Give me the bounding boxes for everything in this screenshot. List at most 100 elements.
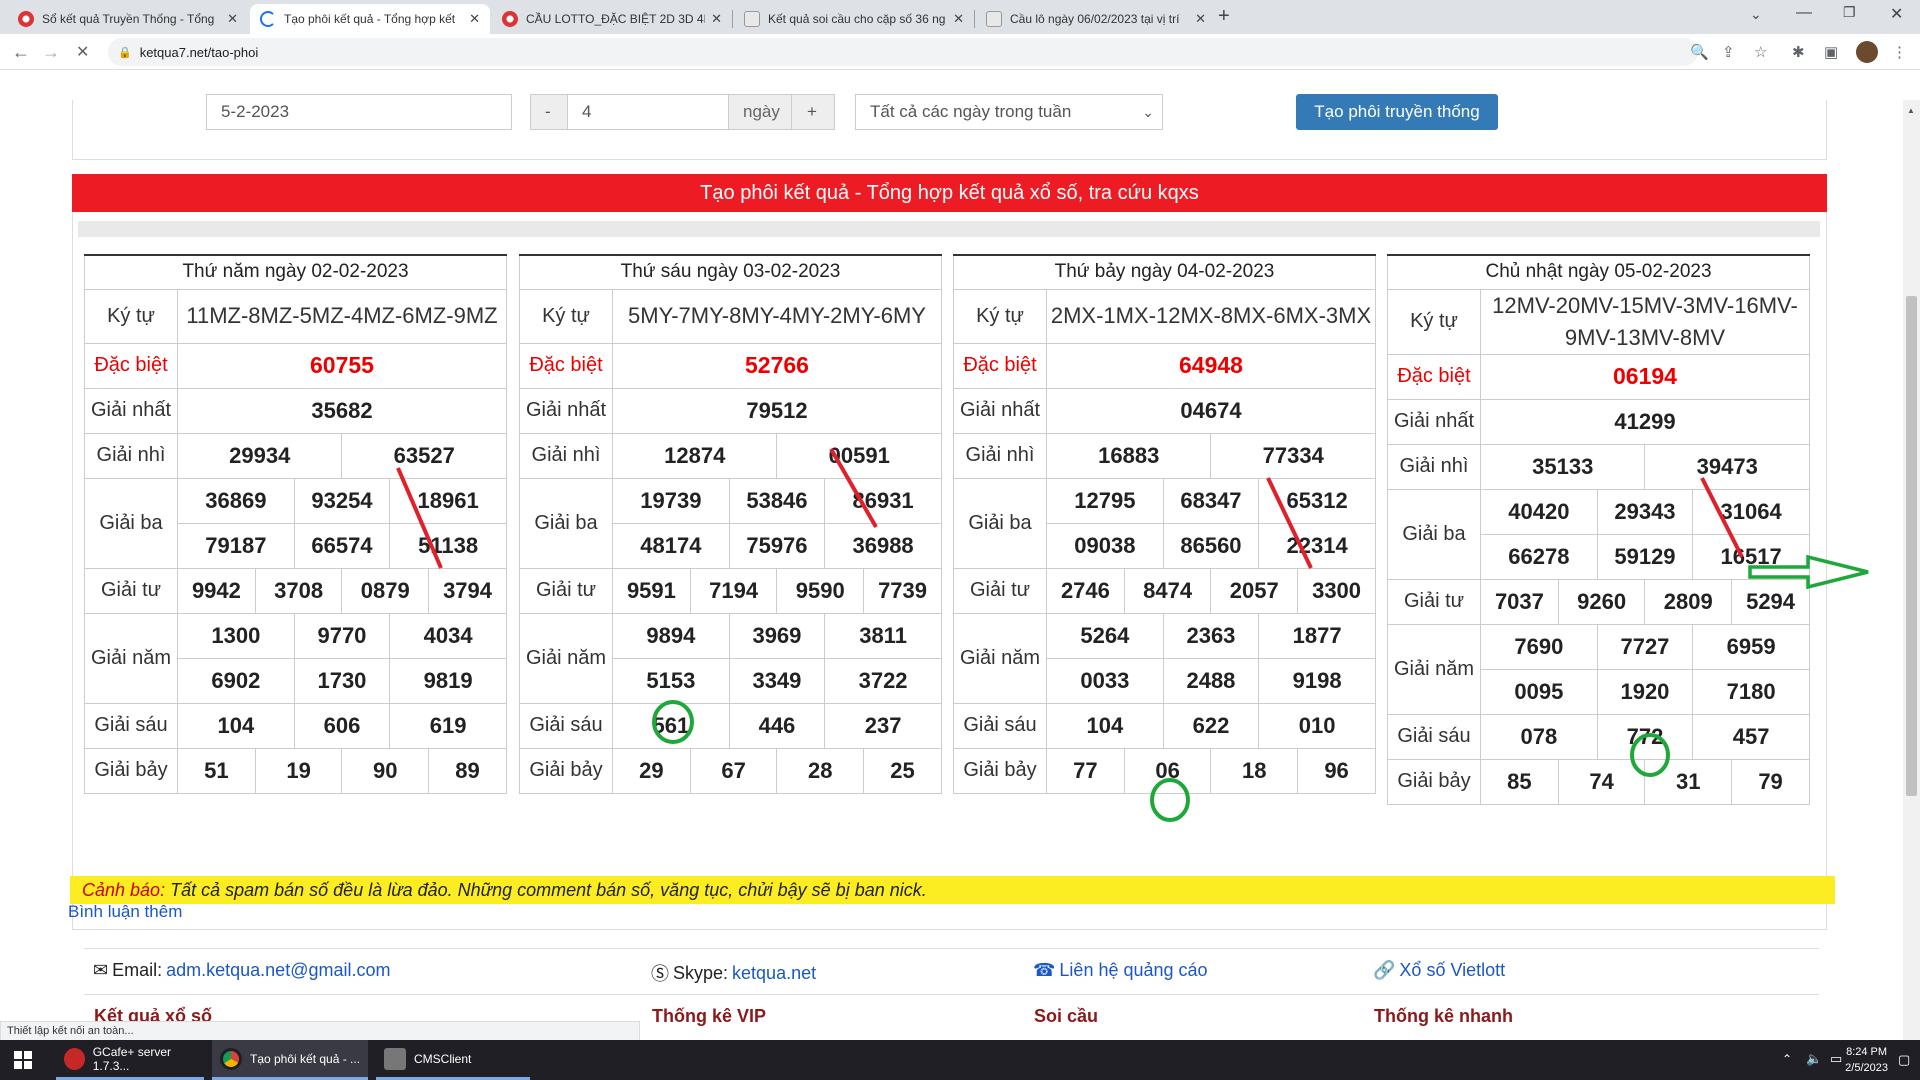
increment-button[interactable]: +: [791, 94, 835, 130]
weekday-select[interactable]: Tất cả các ngày trong tuần ⌄: [855, 94, 1163, 130]
prize-number: 35682: [177, 387, 507, 434]
page-scrollbar[interactable]: ▲: [1903, 100, 1920, 1040]
prize-number: 237: [824, 702, 942, 749]
prize-label-giai-sau: Giải sáu: [519, 702, 613, 749]
windows-start-icon[interactable]: [14, 1051, 32, 1069]
footer-heading-thong-ke-vip[interactable]: Thống kê VIP: [652, 1006, 766, 1027]
prize-label-dac-biet: Đặc biệt: [84, 342, 178, 389]
footer-ads[interactable]: ☎ Liên hệ quảng cáo: [1033, 960, 1208, 981]
ky-tu-value: 5MY-7MY-8MY-4MY-2MY-6MY: [612, 288, 942, 344]
close-tab-icon[interactable]: ✕: [469, 11, 480, 27]
close-tab-icon[interactable]: ✕: [227, 11, 238, 27]
prize-number: 93254: [293, 477, 391, 524]
prize-number: 457: [1692, 713, 1810, 760]
prize-number: 0095: [1480, 668, 1598, 715]
bookmark-star-icon[interactable]: ☆: [1754, 43, 1767, 61]
prize-number: 53846: [728, 477, 826, 524]
page-title-banner: Tạo phôi kết quả - Tổng hợp kết quả xổ s…: [72, 174, 1827, 212]
taskbar-chrome[interactable]: Tạo phôi kết quả - ...: [212, 1040, 368, 1080]
prize-number: 622: [1162, 702, 1260, 749]
date-input[interactable]: 5-2-2023: [206, 94, 512, 130]
footer-heading-thong-ke-nhanh[interactable]: Thống kê nhanh: [1374, 1006, 1513, 1027]
tab-so-ket-qua[interactable]: Sổ kết quả Truyền Thống - Tổng ✕: [8, 4, 248, 34]
footer-vietlott[interactable]: 🔗 Xổ số Vietlott: [1373, 960, 1505, 981]
zoom-icon[interactable]: 🔍: [1690, 43, 1709, 61]
system-clock[interactable]: 8:24 PM 2/5/2023: [1845, 1044, 1888, 1076]
address-bar[interactable]: 🔒 ketqua7.net/tao-phoi: [108, 38, 1698, 66]
forward-icon[interactable]: →: [42, 42, 60, 63]
prize-number: 89: [428, 747, 507, 794]
tab-soi-cau[interactable]: Kết quả soi cầu cho cặp số 36 ng ✕: [734, 4, 974, 34]
vietlott-link[interactable]: Xổ số Vietlott: [1399, 960, 1505, 981]
prize-number: 9260: [1557, 578, 1646, 625]
close-window-icon[interactable]: ✕: [1890, 4, 1903, 24]
prize-label-giai-bay: Giải bảy: [84, 747, 178, 794]
network-icon[interactable]: ▭: [1830, 1051, 1842, 1067]
create-traditional-button[interactable]: Tạo phôi truyền thống: [1296, 94, 1498, 130]
email-link[interactable]: adm.ketqua.net@gmail.com: [166, 960, 390, 981]
tab-cau-lo[interactable]: Cầu lô ngày 06/02/2023 tại vị trí ✕: [976, 4, 1216, 34]
extensions-icon[interactable]: ✱: [1792, 43, 1805, 61]
tab-cau-lotto[interactable]: CẦU LOTTO_ĐẶC BIỆT 2D 3D 4D ✕: [492, 4, 732, 34]
prize-label-ky-tu: Ký tự: [84, 288, 178, 344]
comment-link[interactable]: Bình luận thêm: [68, 902, 182, 922]
stop-loading-icon[interactable]: ✕: [76, 42, 89, 62]
scroll-up-icon[interactable]: ▲: [1907, 106, 1915, 115]
prize-number: 31064: [1692, 488, 1810, 535]
close-tab-icon[interactable]: ✕: [1195, 11, 1206, 27]
prize-number: 561: [612, 702, 730, 749]
side-panel-icon[interactable]: ▣: [1824, 43, 1838, 61]
taskbar-gcafe[interactable]: GCafe+ server 1.7.3...: [56, 1040, 204, 1080]
days-unit-label: ngày: [728, 94, 792, 130]
prize-label-giai-nhi: Giải nhì: [1387, 443, 1481, 490]
prize-label-giai-tu: Giải tư: [519, 567, 613, 614]
prize-label-giai-ba: Giải ba: [1387, 488, 1481, 580]
ky-tu-value: 11MZ-8MZ-5MZ-4MZ-6MZ-9MZ: [177, 288, 507, 344]
back-icon[interactable]: ←: [12, 42, 30, 63]
footer-skype: Ⓢ Skype: ketqua.net: [651, 960, 816, 986]
prize-label-giai-nhat: Giải nhất: [519, 387, 613, 434]
prize-number: 7739: [863, 567, 942, 614]
ky-tu-value: 2MX-1MX-12MX-8MX-6MX-3MX: [1046, 288, 1376, 344]
tray-chevron-icon[interactable]: ⌃: [1782, 1052, 1792, 1066]
scrollbar-thumb[interactable]: [1906, 296, 1917, 796]
skype-icon: Ⓢ: [651, 964, 669, 984]
skype-link[interactable]: ketqua.net: [732, 963, 816, 984]
spam-warning: Cảnh báo: Tất cả spam bán số đều là lừa …: [70, 876, 1835, 904]
close-tab-icon[interactable]: ✕: [953, 11, 964, 27]
menu-icon[interactable]: ⋮: [1892, 43, 1907, 61]
tab-tao-phoi[interactable]: Tạo phôi kết quả - Tổng hợp kết ✕: [250, 4, 490, 34]
prize-number: 60755: [177, 342, 507, 389]
minimize-icon[interactable]: —: [1796, 4, 1812, 22]
prize-number: 2746: [1046, 567, 1125, 614]
prize-number: 86560: [1162, 522, 1260, 569]
prize-number: 5294: [1731, 578, 1810, 625]
prize-number: 0033: [1046, 657, 1164, 704]
restore-icon[interactable]: ❐: [1843, 4, 1856, 21]
ads-link[interactable]: Liên hệ quảng cáo: [1059, 960, 1207, 981]
decrement-button[interactable]: -: [530, 94, 568, 130]
notification-icon[interactable]: ▢: [1898, 1052, 1910, 1068]
prize-number: 65312: [1258, 477, 1376, 524]
prize-number: 12795: [1046, 477, 1164, 524]
lock-icon: 🔒: [118, 46, 132, 59]
prize-number: 3300: [1297, 567, 1376, 614]
close-tab-icon[interactable]: ✕: [711, 11, 722, 27]
volume-icon[interactable]: 🔈: [1806, 1051, 1822, 1067]
tab-search-icon[interactable]: ⌄: [1750, 6, 1762, 23]
footer-heading-soi-cau[interactable]: Soi cầu: [1034, 1006, 1098, 1027]
share-icon[interactable]: ⇪: [1722, 43, 1735, 61]
result-table-2: Thứ sáu ngày 03-02-2023 Ký tự 5MY-7MY-8MY-…: [519, 254, 942, 794]
prize-number: 79512: [612, 387, 942, 434]
days-input[interactable]: 4: [567, 94, 729, 130]
prize-number: 22314: [1258, 522, 1376, 569]
new-tab-button[interactable]: +: [1218, 5, 1230, 28]
profile-avatar[interactable]: [1856, 41, 1878, 63]
prize-number: 52766: [612, 342, 942, 389]
prize-number: 7727: [1596, 623, 1694, 670]
prize-number: 2488: [1162, 657, 1260, 704]
prize-number: 8474: [1123, 567, 1212, 614]
prize-number: 3708: [254, 567, 343, 614]
ky-tu-value: 12MV-20MV-15MV-3MV-16MV-9MV-13MV-8MV: [1480, 288, 1810, 355]
taskbar-cmsclient[interactable]: CMSClient: [376, 1040, 530, 1080]
